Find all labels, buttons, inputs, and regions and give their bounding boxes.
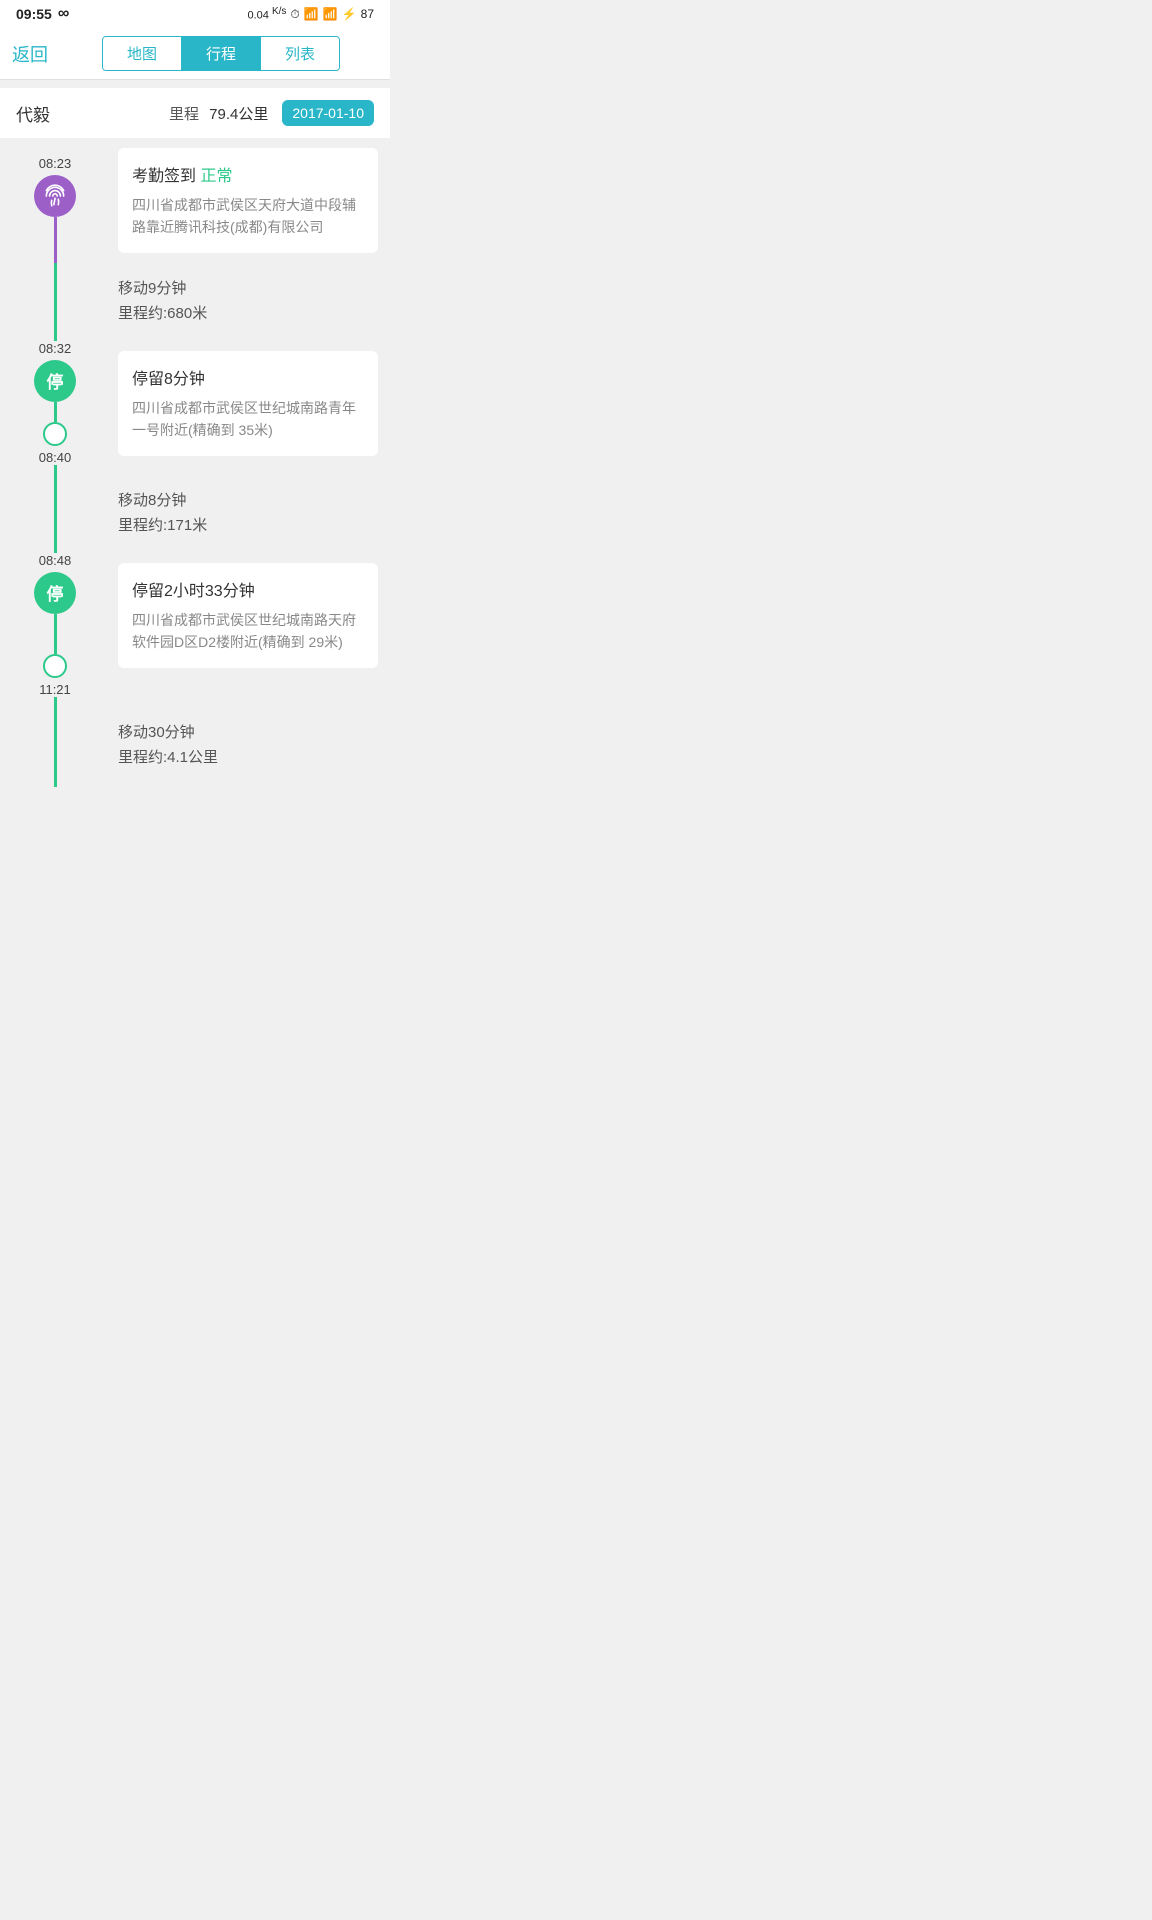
movement3-duration: 移动30分钟 (118, 721, 378, 742)
network-speed: 0.04 K/s (247, 6, 286, 22)
movement-3: 移动30分钟 里程约:4.1公里 (0, 707, 390, 787)
stop1-line-mid (54, 402, 57, 422)
battery-level: 87 (361, 7, 374, 21)
stop2-time-end: 11:21 (39, 682, 71, 697)
stop1-node-end (43, 422, 67, 446)
wifi-icon: 📶 (304, 7, 319, 21)
movement1-duration: 移动9分钟 (118, 277, 378, 298)
stop1-address: 四川省成都市武侯区世纪城南路青年一号附近(精确到 35米) (132, 397, 364, 442)
movement3-distance: 里程约:4.1公里 (118, 746, 378, 767)
movement1-left (0, 263, 110, 341)
event-stop2: 08:48 停 11:21 停留2小时33分钟 四川省成都市武侯区世纪城南路天府… (0, 553, 390, 707)
stop1-card: 停留8分钟 四川省成都市武侯区世纪城南路青年一号附近(精确到 35米) (118, 351, 378, 456)
movement-1: 移动9分钟 里程约:680米 (0, 263, 390, 341)
clock-icon: ⏱ (290, 7, 299, 22)
tab-map[interactable]: 地图 (103, 37, 182, 70)
stop1-title: 停留8分钟 (132, 365, 364, 389)
infinity-icon: ∞ (58, 5, 69, 23)
stop2-node-end (43, 654, 67, 678)
trip-date: 2017-01-10 (282, 100, 374, 126)
info-bar: 代毅 里程 79.4公里 2017-01-10 (0, 88, 390, 138)
stop1-left: 08:32 停 08:40 (0, 341, 110, 475)
time-display: 09:55 (16, 6, 52, 22)
event-stop1: 08:32 停 08:40 停留8分钟 四川省成都市武侯区世纪城南路青年一号附近… (0, 341, 390, 475)
checkin-time: 08:23 (39, 156, 72, 171)
stop2-left: 08:48 停 11:21 (0, 553, 110, 707)
movement3-line (54, 707, 57, 787)
checkin-left: 08:23 (0, 138, 110, 263)
stop2-line-mid (54, 614, 57, 654)
movement2-line (54, 475, 57, 553)
movement2-content: 移动8分钟 里程约:171米 (110, 475, 390, 553)
event-checkin: 08:23 考勤签到 (0, 138, 390, 263)
tab-list[interactable]: 列表 (261, 37, 339, 70)
driver-name: 代毅 (16, 101, 50, 126)
movement1-distance: 里程约:680米 (118, 302, 378, 323)
mileage-value: 79.4公里 (209, 106, 268, 123)
stop2-card: 停留2小时33分钟 四川省成都市武侯区世纪城南路天府软件园D区D2楼附近(精确到… (118, 563, 378, 668)
line-after-checkin (54, 217, 57, 263)
movement-2: 移动8分钟 里程约:171米 (0, 475, 390, 553)
stop2-node: 停 (34, 572, 76, 614)
tab-group: 地图 行程 列表 (102, 36, 340, 71)
status-time: 09:55 ∞ (16, 5, 69, 23)
movement2-duration: 移动8分钟 (118, 489, 378, 510)
movement3-content: 移动30分钟 里程约:4.1公里 (110, 707, 390, 787)
stop1-time-end: 08:40 (39, 450, 72, 465)
checkin-card: 考勤签到 正常 四川省成都市武侯区天府大道中段辅路靠近腾讯科技(成都)有限公司 (118, 148, 378, 253)
checkin-node (34, 175, 76, 217)
movement1-content: 移动9分钟 里程约:680米 (110, 263, 390, 341)
movement1-line (54, 263, 57, 341)
movement2-left (0, 475, 110, 553)
stop1-node: 停 (34, 360, 76, 402)
tab-trip[interactable]: 行程 (182, 37, 261, 70)
back-button[interactable]: 返回 (12, 41, 64, 67)
checkin-title: 考勤签到 (132, 168, 200, 185)
status-bar: 09:55 ∞ 0.04 K/s ⏱ 📶 📶 ⚡ 87 (0, 0, 390, 28)
stop1-line-after (54, 465, 57, 475)
header: 返回 地图 行程 列表 (0, 28, 390, 80)
movement3-left (0, 707, 110, 787)
status-right: 0.04 K/s ⏱ 📶 📶 ⚡ 87 (247, 6, 374, 22)
charging-icon: ⚡ (342, 7, 357, 21)
signal-icon: 📶 (323, 7, 338, 21)
stop1-time-start: 08:32 (39, 341, 72, 356)
timeline: 08:23 考勤签到 (0, 138, 390, 787)
movement2-distance: 里程约:171米 (118, 514, 378, 535)
mileage-label: 里程 79.4公里 (169, 103, 268, 124)
stop2-time-start: 08:48 (39, 553, 72, 568)
stop2-address: 四川省成都市武侯区世纪城南路天府软件园D区D2楼附近(精确到 29米) (132, 609, 364, 654)
stop2-title: 停留2小时33分钟 (132, 577, 364, 601)
checkin-address: 四川省成都市武侯区天府大道中段辅路靠近腾讯科技(成都)有限公司 (132, 194, 364, 239)
checkin-status: 正常 (200, 168, 232, 185)
stop2-line-after (54, 697, 57, 707)
